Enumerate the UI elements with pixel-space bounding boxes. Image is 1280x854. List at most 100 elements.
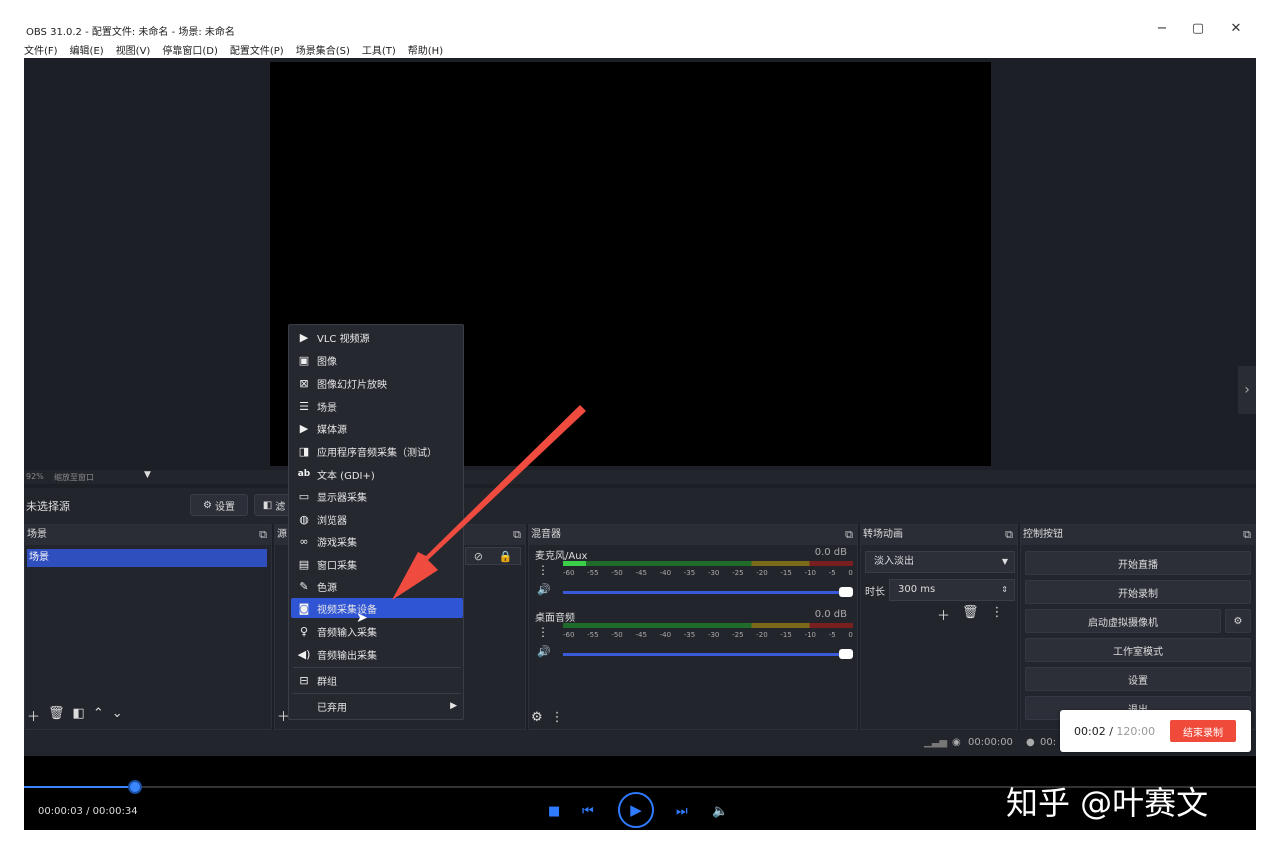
menu-item-audio-output[interactable]: ◀) 音频输出采集: [291, 644, 463, 664]
speaker-icon[interactable]: 🔊: [537, 583, 551, 596]
maximize-button[interactable]: ▢: [1188, 21, 1208, 36]
menu-item-scene[interactable]: ☰ 场景: [291, 396, 463, 416]
start-streaming-button[interactable]: 开始直播: [1025, 551, 1251, 575]
lock-icon[interactable]: 🔒: [499, 550, 513, 563]
menu-item-slideshow[interactable]: ⊠ 图像幻灯片放映: [291, 373, 463, 393]
menu-help[interactable]: 帮助(H): [408, 42, 443, 57]
speaker-icon[interactable]: 🔊: [537, 645, 551, 658]
menu-item-app-audio[interactable]: ◨ 应用程序音频采集（测试）: [291, 441, 463, 461]
caret-down-icon: ▼: [1001, 557, 1008, 566]
menu-file[interactable]: 文件(F): [24, 42, 58, 57]
virtual-camera-button[interactable]: 启动虚拟摄像机: [1025, 609, 1221, 633]
menu-item-display[interactable]: ▭ 显示器采集: [291, 486, 463, 506]
menu-item-browser[interactable]: ◍ 浏览器: [291, 509, 463, 529]
menu-item-media[interactable]: ▶ 媒体源: [291, 418, 463, 438]
undock-icon[interactable]: ⧉: [513, 525, 521, 545]
undock-icon[interactable]: ⧉: [1005, 525, 1013, 545]
stop-icon[interactable]: ■: [548, 804, 560, 819]
add-icon[interactable]: ＋: [937, 605, 950, 624]
scenes-title: 场景: [27, 529, 47, 540]
settings-button[interactable]: 设置: [1025, 667, 1251, 691]
undock-icon[interactable]: ⧉: [1243, 525, 1251, 545]
menu-profile[interactable]: 配置文件(P): [230, 42, 284, 57]
menu-item-image[interactable]: ▣ 图像: [291, 350, 463, 370]
rec-time: 00:00:00: [968, 737, 1013, 748]
rec-total: 120:00: [1116, 725, 1156, 738]
menu-edit[interactable]: 编辑(E): [70, 42, 104, 57]
minimize-button[interactable]: −: [1152, 21, 1172, 36]
more-vertical-icon[interactable]: ⋮: [537, 625, 549, 639]
text-icon: ab: [297, 469, 311, 479]
close-button[interactable]: ✕: [1226, 21, 1246, 36]
scale-tick: -25: [732, 569, 744, 577]
next-icon[interactable]: ⏭: [676, 804, 688, 819]
chevron-down-icon[interactable]: ⌄: [112, 706, 123, 725]
chevron-up-icon[interactable]: ⌃: [93, 706, 104, 725]
chevron-right-icon[interactable]: ›: [1238, 366, 1256, 414]
obs-window: OBS 31.0.2 - 配置文件: 未命名 - 场景: 未命名 − ▢ ✕ 文…: [24, 18, 1256, 830]
stop-recording-button[interactable]: 结束录制: [1170, 720, 1236, 742]
scale-tick: -10: [804, 631, 816, 639]
play-icon[interactable]: ▶: [618, 792, 654, 828]
menu-item-vlc[interactable]: ▶ VLC 视频源: [291, 327, 463, 347]
transition-select[interactable]: 淡入淡出 ▼: [865, 551, 1015, 573]
zoom-mode[interactable]: 缩放至窗口: [54, 472, 94, 483]
scale-tick: -15: [780, 631, 792, 639]
scale-tick: -50: [611, 631, 623, 639]
slideshow-icon: ⊠: [299, 376, 309, 390]
stepper-icon[interactable]: ⇕: [1001, 580, 1008, 600]
more-vertical-icon[interactable]: ⋮: [991, 605, 1004, 624]
volume-icon[interactable]: 🔈: [712, 804, 728, 819]
more-vertical-icon[interactable]: ⋮: [537, 563, 549, 577]
controls-dock: 控制按钮 ⧉ 开始直播 开始录制 启动虚拟摄像机 ⚙ 工作室模式 设置 退出: [1020, 524, 1256, 730]
menu-item-video-capture[interactable]: ◙ 视频采集设备: [291, 598, 463, 618]
menu-item-label: 窗口采集: [317, 560, 357, 572]
more-vertical-icon[interactable]: ⋮: [551, 710, 564, 725]
menu-item-window[interactable]: ▤ 窗口采集: [291, 554, 463, 574]
menu-item-text[interactable]: ab 文本 (GDI+): [291, 464, 463, 484]
filter-icon[interactable]: ◧: [73, 706, 85, 725]
menu-item-audio-input[interactable]: ♀ 音频输入采集: [291, 621, 463, 641]
stream-status-icon: ●: [1026, 737, 1035, 748]
scale-tick: -60: [563, 569, 575, 577]
volume-slider[interactable]: [563, 587, 853, 597]
previous-icon[interactable]: ⏮: [582, 804, 594, 819]
virtual-camera-settings[interactable]: ⚙: [1225, 609, 1251, 633]
sources-title: 源: [277, 529, 287, 540]
menu-scene-collection[interactable]: 场景集合(S): [296, 42, 350, 57]
studio-mode-button[interactable]: 工作室模式: [1025, 638, 1251, 662]
submenu-arrow-icon: ▶: [450, 701, 457, 711]
menu-tools[interactable]: 工具(T): [362, 42, 396, 57]
menu-item-deprecated[interactable]: 已弃用 ▶: [291, 696, 463, 716]
scene-list-item[interactable]: 场景: [27, 549, 267, 567]
menu-item-group[interactable]: ⊟ 群组: [291, 670, 463, 690]
volume-slider[interactable]: [563, 649, 853, 659]
undock-icon[interactable]: ⧉: [259, 525, 267, 545]
menu-docks[interactable]: 停靠窗口(D): [162, 42, 218, 57]
start-recording-button[interactable]: 开始录制: [1025, 580, 1251, 604]
gear-icon[interactable]: ⚙: [531, 710, 543, 725]
duration-input[interactable]: 300 ms ⇕: [889, 579, 1015, 601]
menu-item-label: 显示器采集: [317, 492, 367, 504]
menu-separator: [293, 667, 461, 668]
caret-down-icon[interactable]: ▼: [144, 470, 151, 480]
speaker-icon: ◀): [297, 647, 311, 661]
mixer-channel-desktop: 桌面音频 0.0 dB ⋮ -60 -55 -50 -45 -40 -35 -30 -25 -2…: [533, 609, 853, 669]
menu-item-color[interactable]: ✎ 色源: [291, 576, 463, 596]
menu-item-game[interactable]: ∞ 游戏采集: [291, 531, 463, 551]
source-settings-button[interactable]: ⚙ 设置: [190, 494, 248, 516]
mixer-dock: 混音器 ⧉ 麦克风/Aux 0.0 dB ⋮ -60 -55 -50 -45 -40 -3…: [528, 524, 858, 730]
menu-item-label: VLC 视频源: [317, 333, 370, 345]
list-icon: ☰: [299, 399, 309, 413]
progress-handle[interactable]: [127, 780, 142, 794]
menu-view[interactable]: 视图(V): [116, 42, 151, 57]
trash-icon[interactable]: 🗑: [962, 605, 979, 624]
channel-name: 麦克风/Aux: [535, 551, 588, 562]
scale-tick: -35: [683, 631, 696, 639]
undock-icon[interactable]: ⧉: [845, 525, 853, 545]
scale-tick: -35: [683, 569, 696, 577]
trash-icon[interactable]: 🗑: [48, 706, 65, 725]
eye-slash-icon[interactable]: ⊘: [474, 550, 483, 563]
add-icon[interactable]: ＋: [27, 706, 40, 725]
window-title: OBS 31.0.2 - 配置文件: 未命名 - 场景: 未命名: [26, 27, 235, 38]
